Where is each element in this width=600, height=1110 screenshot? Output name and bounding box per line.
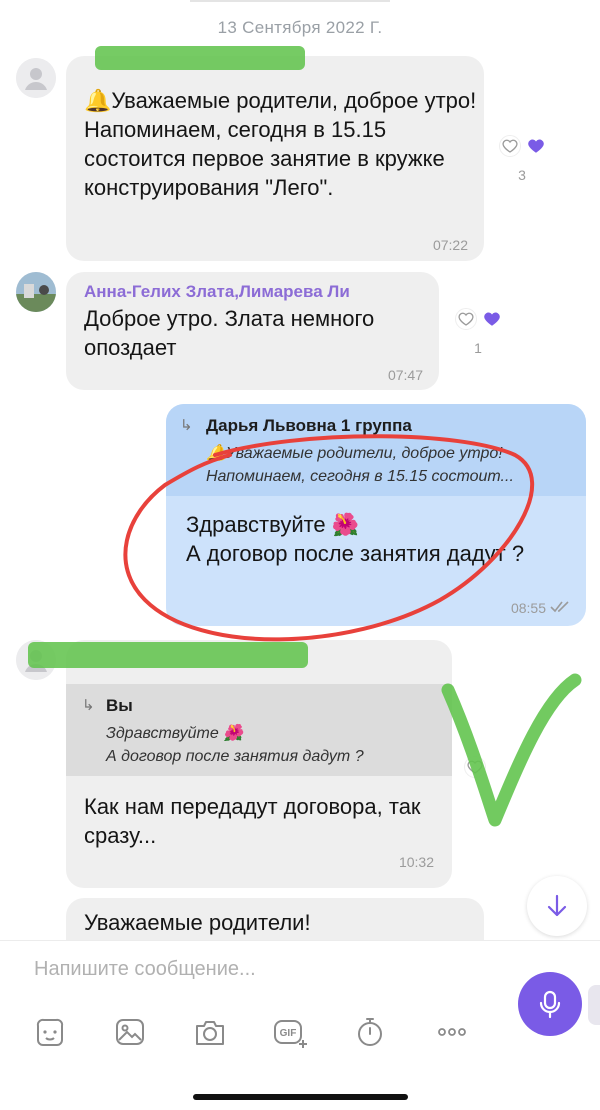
checkmark-annotation — [441, 673, 582, 827]
home-indicator — [193, 1094, 408, 1100]
sticker-icon[interactable] — [30, 1012, 70, 1052]
message-input[interactable]: Напишите сообщение... — [34, 958, 256, 981]
gif-icon[interactable]: GIF — [270, 1012, 310, 1052]
svg-text:GIF: GIF — [280, 1028, 297, 1039]
camera-icon[interactable] — [190, 1012, 230, 1052]
microphone-icon — [539, 990, 561, 1019]
more-icon[interactable] — [432, 1012, 472, 1052]
gallery-icon[interactable] — [110, 1012, 150, 1052]
voice-message-button[interactable] — [518, 972, 582, 1036]
timer-icon[interactable] — [350, 1012, 390, 1052]
side-panel-edge — [588, 985, 600, 1025]
highlight-circle — [123, 434, 535, 642]
